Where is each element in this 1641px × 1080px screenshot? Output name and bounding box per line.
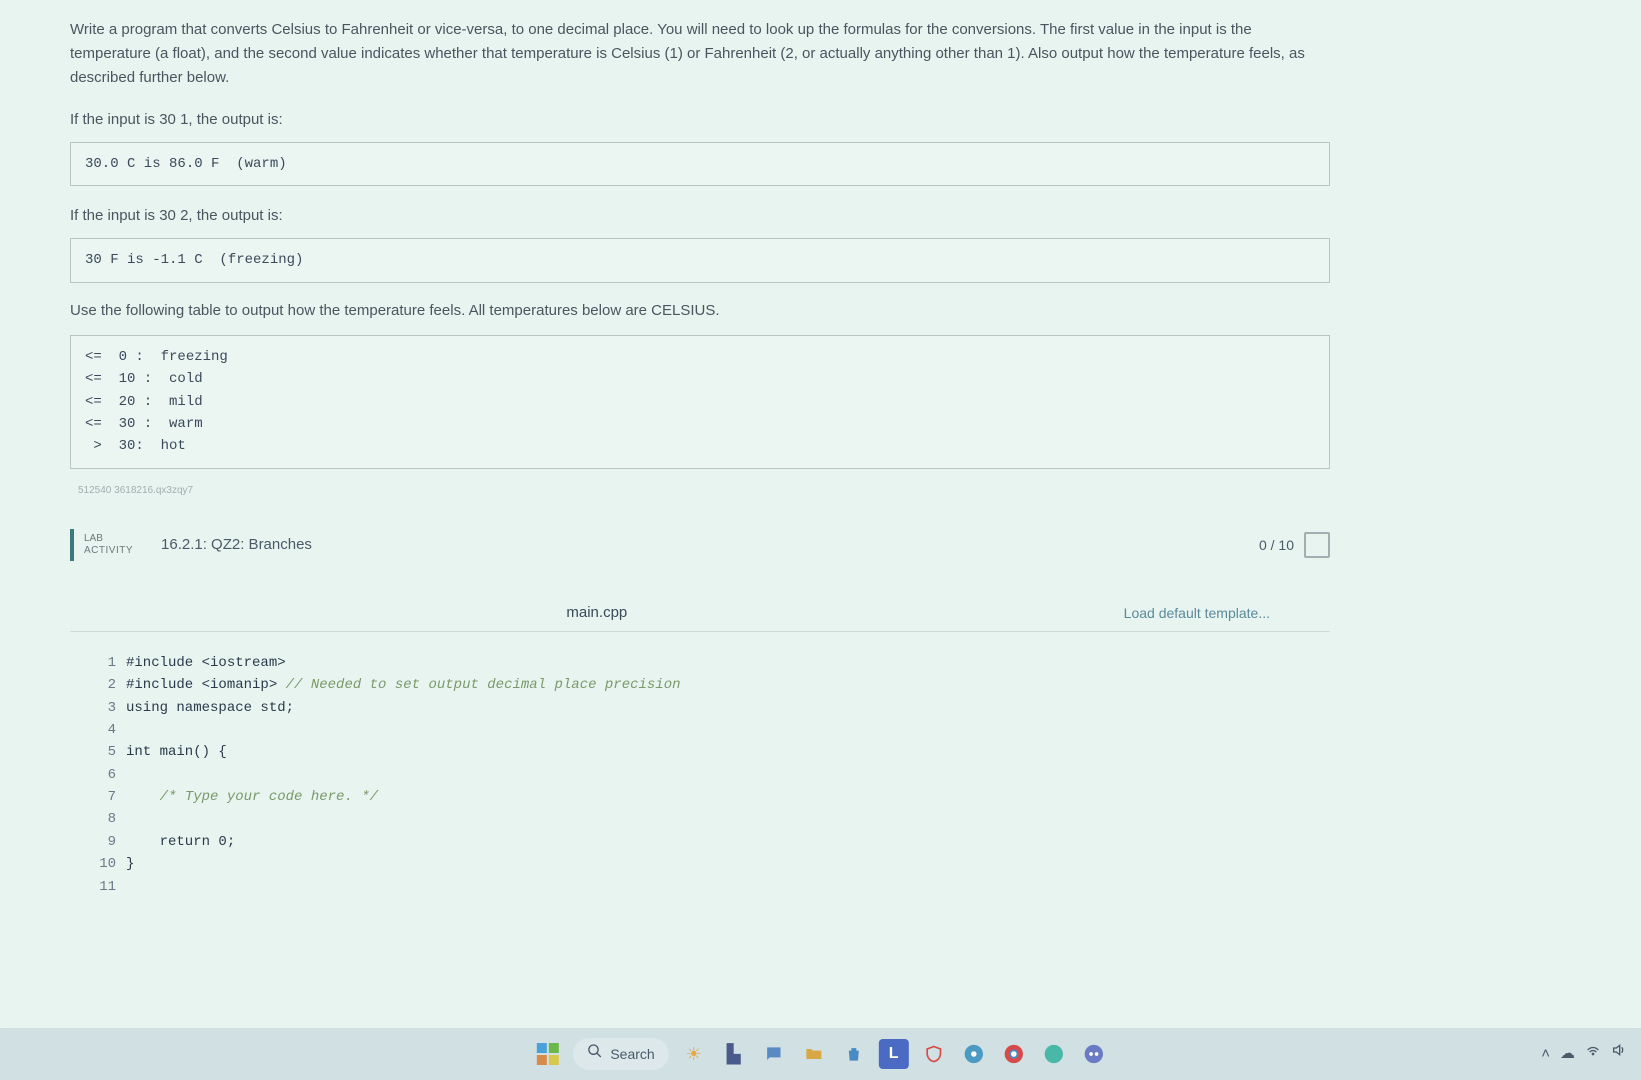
code-line[interactable]: 11 [90, 876, 1330, 898]
filename-tab[interactable]: main.cpp [70, 601, 1124, 625]
code-line[interactable]: 1 #include <iostream> [90, 652, 1330, 674]
lab-left: LAB ACTIVITY 16.2.1: QZ2: Branches [70, 529, 312, 561]
taskbar-center: Search ☀ ▙ L [532, 1038, 1108, 1070]
search-icon [586, 1043, 602, 1065]
taskbar-app-chrome[interactable] [999, 1039, 1029, 1069]
tray-chevron-icon[interactable]: ˄ [1541, 1042, 1550, 1066]
taskbar-app-chat[interactable] [759, 1039, 789, 1069]
feels-table: <= 0 : freezing <= 10 : cold <= 20 : mil… [70, 335, 1330, 469]
taskbar-app-weather[interactable]: ☀ [679, 1039, 709, 1069]
lab-tag-line2: ACTIVITY [84, 545, 133, 557]
example2-label: If the input is 30 2, the output is: [70, 204, 1330, 228]
lab-activity-bar: LAB ACTIVITY 16.2.1: QZ2: Branches 0 / 1… [70, 519, 1330, 571]
taskbar-app-files[interactable] [799, 1039, 829, 1069]
taskbar-app-shield[interactable] [919, 1039, 949, 1069]
search-placeholder: Search [610, 1043, 654, 1065]
line-number: 5 [90, 741, 116, 763]
taskbar-app-store[interactable] [839, 1039, 869, 1069]
code-line[interactable]: 9 return 0; [90, 831, 1330, 853]
code-line[interactable]: 4 [90, 719, 1330, 741]
line-number: 8 [90, 808, 116, 830]
line-number: 9 [90, 831, 116, 853]
code-line[interactable]: 2 #include <iomanip> // Needed to set out… [90, 674, 1330, 696]
tray-cloud-icon[interactable]: ☁ [1560, 1042, 1575, 1066]
problem-description: Write a program that converts Celsius to… [70, 18, 1330, 90]
code-editor[interactable]: 1 #include <iostream> 2 #include <iomanip> … [70, 644, 1330, 898]
taskbar-app-discord[interactable] [1079, 1039, 1109, 1069]
editor-header: main.cpp Load default template... [70, 601, 1330, 632]
line-code[interactable]: #include <iostream> [126, 652, 286, 674]
line-code[interactable]: } [126, 853, 134, 875]
line-number: 10 [90, 853, 116, 875]
example1-label: If the input is 30 1, the output is: [70, 108, 1330, 132]
line-number: 3 [90, 697, 116, 719]
lab-activity-tag: LAB ACTIVITY [70, 529, 143, 561]
line-code[interactable]: #include <iomanip> // Needed to set outp… [126, 674, 681, 696]
line-code[interactable]: /* Type your code here. */ [126, 786, 378, 808]
windows-taskbar[interactable]: Search ☀ ▙ L ˄ ☁ [0, 1028, 1641, 1080]
taskbar-app-edge[interactable] [1039, 1039, 1069, 1069]
code-line[interactable]: 8 [90, 808, 1330, 830]
code-line[interactable]: 6 [90, 764, 1330, 786]
line-code[interactable]: using namespace std; [126, 697, 294, 719]
tray-wifi-icon[interactable] [1585, 1042, 1601, 1066]
code-line[interactable]: 3 using namespace std; [90, 697, 1330, 719]
tray-volume-icon[interactable] [1611, 1042, 1627, 1066]
code-line[interactable]: 7 /* Type your code here. */ [90, 786, 1330, 808]
taskbar-app-disc[interactable] [959, 1039, 989, 1069]
score-box-icon[interactable] [1304, 532, 1330, 558]
line-number: 4 [90, 719, 116, 741]
line-number: 11 [90, 876, 116, 898]
code-line[interactable]: 10} [90, 853, 1330, 875]
example2-output: 30 F is -1.1 C (freezing) [70, 238, 1330, 282]
description-text: Write a program that converts Celsius to… [70, 18, 1330, 90]
line-number: 1 [90, 652, 116, 674]
taskbar-app-1[interactable]: ▙ [719, 1039, 749, 1069]
line-number: 2 [90, 674, 116, 696]
lab-tag-line1: LAB [84, 533, 133, 545]
taskbar-search[interactable]: Search [572, 1038, 668, 1070]
load-default-template-link[interactable]: Load default template... [1124, 602, 1270, 624]
line-code[interactable]: return 0; [126, 831, 235, 853]
taskbar-app-l[interactable]: L [879, 1039, 909, 1069]
lab-title: 16.2.1: QZ2: Branches [161, 533, 312, 557]
watermark: 512540 3618216.qx3zqy7 [78, 483, 1330, 499]
page-content: Write a program that converts Celsius to… [0, 0, 1400, 968]
start-button[interactable] [532, 1039, 562, 1069]
line-number: 7 [90, 786, 116, 808]
score-text: 0 / 10 [1259, 534, 1294, 556]
code-line[interactable]: 5 int main() { [90, 741, 1330, 763]
line-code[interactable]: int main() { [126, 741, 227, 763]
example1-output: 30.0 C is 86.0 F (warm) [70, 142, 1330, 186]
system-tray[interactable]: ˄ ☁ [1541, 1042, 1627, 1066]
table-label: Use the following table to output how th… [70, 299, 1330, 323]
lab-score: 0 / 10 [1259, 532, 1330, 558]
line-number: 6 [90, 764, 116, 786]
